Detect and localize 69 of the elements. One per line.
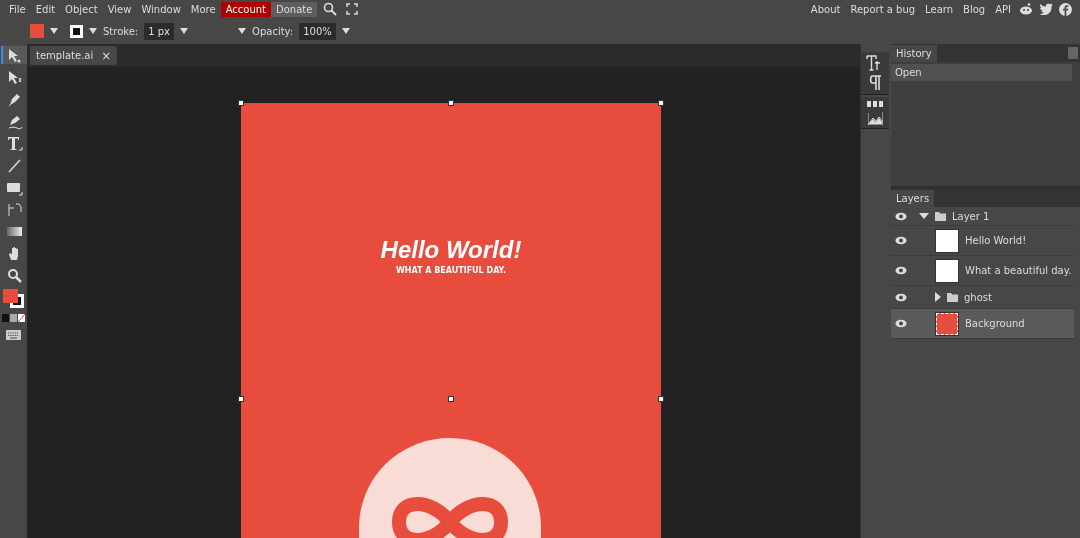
- folder-icon: [935, 211, 946, 221]
- image-icon[interactable]: [867, 112, 883, 125]
- menu-item[interactable]: Donate: [271, 1, 318, 17]
- text-icon: [6, 134, 23, 152]
- panel-tab[interactable]: Layers: [891, 190, 935, 207]
- stroke-field[interactable]: 1 px: [144, 22, 175, 40]
- opacity-field[interactable]: 100%: [299, 22, 336, 40]
- eye-icon[interactable]: [895, 292, 907, 302]
- caret-icon[interactable]: [238, 28, 247, 34]
- selection-handle[interactable]: [238, 396, 244, 402]
- nav-link[interactable]: Blog: [958, 3, 991, 15]
- folder-icon: [947, 292, 958, 302]
- facebook-icon[interactable]: [1059, 2, 1072, 16]
- selection-handle[interactable]: [238, 100, 244, 106]
- eye-icon[interactable]: [895, 266, 907, 275]
- menu-item[interactable]: More: [185, 1, 221, 17]
- eye-icon[interactable]: [895, 319, 907, 328]
- paragraph-icon[interactable]: [869, 75, 881, 91]
- caret-icon[interactable]: [50, 28, 58, 34]
- eye-icon[interactable]: [895, 236, 907, 245]
- pointer-icon: [6, 46, 23, 64]
- fill-color-swatch[interactable]: [30, 24, 44, 38]
- layer-name: Layer 1: [952, 210, 990, 222]
- color-presets-icon[interactable]: [1, 314, 26, 322]
- glyphs-icon[interactable]: [867, 100, 883, 108]
- alien-icon[interactable]: [1019, 3, 1033, 15]
- stroke-swatch-icon[interactable]: [70, 24, 83, 38]
- panel-tab[interactable]: History: [891, 45, 937, 62]
- menu-item[interactable]: View: [102, 1, 137, 17]
- layer-name: What a beautiful day.: [965, 265, 1072, 276]
- document-title: template.ai: [36, 50, 94, 61]
- tool-button[interactable]: [0, 46, 27, 64]
- bird-icon[interactable]: [1039, 3, 1053, 15]
- direct-pointer-icon: [6, 68, 23, 86]
- caret-icon[interactable]: [89, 28, 97, 34]
- crop-marks-icon: [6, 200, 23, 218]
- menu-item[interactable]: File: [4, 1, 31, 17]
- selection-handle[interactable]: [448, 100, 454, 106]
- expand-triangle-icon[interactable]: [935, 292, 941, 302]
- layer-name: ghost: [964, 291, 992, 303]
- search-icon[interactable]: [323, 2, 338, 16]
- artboard-subtitle: WHAT A BEAUTIFUL DAY.: [395, 266, 507, 275]
- nav-link[interactable]: About: [805, 3, 846, 15]
- selection-handle[interactable]: [658, 100, 664, 106]
- history-item[interactable]: Open: [891, 64, 1072, 81]
- caret-icon[interactable]: [341, 28, 350, 34]
- opacity-label: Opacity:: [252, 25, 294, 37]
- layer-name: Background: [965, 318, 1025, 329]
- eye-icon[interactable]: [895, 211, 907, 221]
- selection-handle[interactable]: [658, 396, 664, 402]
- menu-item[interactable]: Edit: [30, 1, 61, 17]
- layer-name: Hello World!: [965, 235, 1027, 246]
- close-tab-button[interactable]: ×: [101, 48, 112, 63]
- keyboard-icon[interactable]: [6, 330, 21, 340]
- stroke-label: Stroke:: [103, 25, 139, 37]
- document-tab[interactable]: template.ai ×: [30, 46, 118, 65]
- nav-link[interactable]: Report a bug: [845, 3, 921, 15]
- menu-item[interactable]: Account: [220, 1, 272, 17]
- selection-handle[interactable]: [448, 396, 454, 402]
- collapse-triangle-icon[interactable]: [919, 212, 929, 220]
- caret-icon[interactable]: [180, 28, 189, 34]
- zoom-icon: [6, 266, 23, 284]
- menu-item[interactable]: Object: [60, 1, 103, 17]
- nav-link[interactable]: Learn: [920, 3, 959, 15]
- color-swatches-icon[interactable]: [1, 288, 26, 310]
- fullscreen-icon[interactable]: [346, 3, 359, 15]
- artboard-title: Hello World!: [380, 236, 522, 264]
- nav-link[interactable]: API: [990, 3, 1016, 15]
- menu-item[interactable]: Window: [136, 1, 186, 17]
